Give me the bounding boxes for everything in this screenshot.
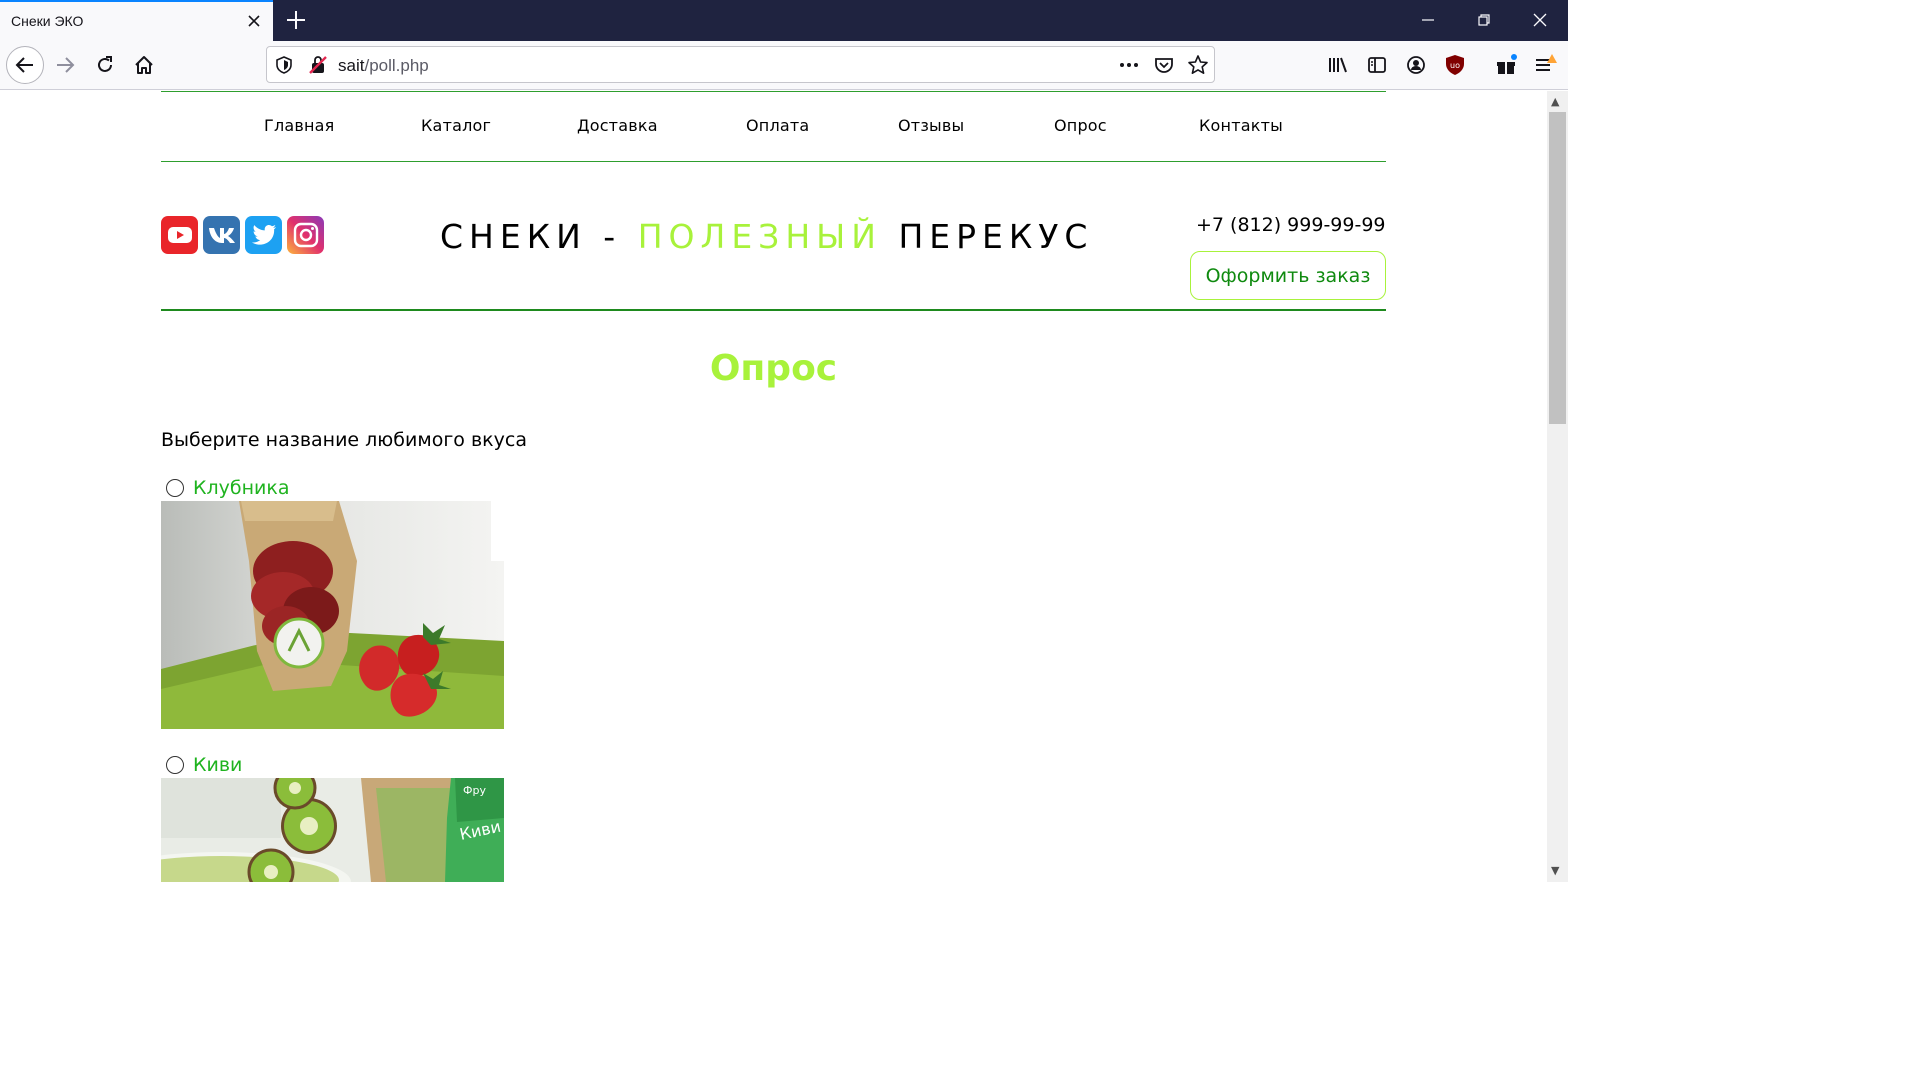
header-divider — [161, 309, 1386, 311]
pocket-icon[interactable] — [1153, 54, 1175, 76]
menu-item-payment[interactable]: Оплата — [746, 116, 809, 135]
url-path: /poll.php — [364, 56, 429, 75]
url-host: sait — [338, 56, 365, 75]
close-tab-icon[interactable] — [244, 11, 264, 31]
kiwi-snack-photo: Фру Киви — [161, 778, 504, 882]
new-tab-icon[interactable] — [284, 8, 308, 32]
forward-button[interactable] — [47, 47, 83, 83]
back-button[interactable] — [6, 46, 44, 84]
home-icon — [135, 56, 153, 74]
brand-text-accent: ПОЛЕЗНЫЙ — [637, 217, 882, 256]
close-window-icon[interactable] — [1528, 8, 1552, 32]
gift-icon — [1497, 54, 1517, 74]
url-text: sait/poll.php — [338, 56, 429, 76]
menu-item-delivery[interactable]: Доставка — [577, 116, 658, 135]
reload-button[interactable] — [87, 47, 123, 83]
navigation-toolbar: sait/poll.php uo — [0, 41, 1568, 90]
sidebar-button[interactable] — [1359, 47, 1395, 83]
menu-item-reviews[interactable]: Отзывы — [898, 116, 964, 135]
site-brand-title: СНЕКИ - ПОЛЕЗНЫЙ ПЕРЕКУС — [440, 217, 1093, 256]
instagram-icon[interactable] — [287, 216, 324, 254]
minimize-icon[interactable] — [1416, 8, 1440, 32]
radio-kiwi[interactable] — [166, 756, 184, 774]
brand-text-2: ПЕРЕКУС — [881, 217, 1094, 256]
twitter-icon[interactable] — [245, 216, 282, 254]
extensions-button[interactable] — [1488, 47, 1524, 83]
library-icon — [1329, 57, 1347, 73]
reload-icon — [98, 56, 112, 72]
back-arrow-icon — [15, 57, 33, 73]
scrollbar-thumb[interactable] — [1549, 112, 1566, 424]
ublock-icon: uo — [1446, 55, 1464, 75]
forward-arrow-icon — [57, 57, 75, 73]
menu-top-divider — [161, 91, 1386, 92]
menu-item-home[interactable]: Главная — [264, 116, 335, 135]
insecure-lock-icon[interactable] — [307, 54, 329, 76]
option-label-kiwi[interactable]: Киви — [193, 754, 242, 776]
menu-item-contacts[interactable]: Контакты — [1199, 116, 1283, 135]
account-button[interactable] — [1398, 47, 1434, 83]
scroll-up-arrow-icon[interactable]: ▲ — [1551, 95, 1559, 108]
scroll-down-arrow-icon[interactable]: ▼ — [1551, 864, 1559, 877]
bookmark-star-icon[interactable] — [1187, 54, 1209, 76]
ublock-button[interactable]: uo — [1437, 47, 1473, 83]
tracking-shield-icon[interactable] — [273, 54, 295, 76]
option-label-strawberry[interactable]: Клубника — [193, 477, 289, 499]
tab-title: Снеки ЭКО — [11, 13, 84, 29]
strawberry-snack-photo — [161, 501, 504, 729]
restore-icon[interactable] — [1472, 8, 1496, 32]
library-button[interactable] — [1320, 47, 1356, 83]
vk-icon[interactable] — [203, 216, 240, 254]
sidebar-icon — [1368, 57, 1386, 73]
brand-text-1: СНЕКИ - — [440, 217, 638, 256]
tab-strip: Снеки ЭКО — [0, 0, 1568, 41]
menu-item-catalog[interactable]: Каталог — [421, 116, 491, 135]
address-bar[interactable]: sait/poll.php — [266, 46, 1215, 83]
menu-item-poll[interactable]: Опрос — [1054, 116, 1107, 135]
phone-number[interactable]: +7 (812) 999-99-99 — [1196, 214, 1386, 236]
hamburger-menu-icon — [1536, 54, 1557, 71]
account-icon — [1407, 56, 1425, 74]
youtube-icon[interactable] — [161, 216, 198, 254]
home-button[interactable] — [126, 47, 162, 83]
poll-question: Выберите название любимого вкуса — [161, 429, 527, 451]
svg-text:Фру: Фру — [463, 784, 486, 797]
radio-strawberry[interactable] — [166, 479, 184, 497]
page-actions-icon[interactable] — [1118, 54, 1140, 76]
page-title: Опрос — [709, 348, 838, 389]
order-button[interactable]: Оформить заказ — [1190, 251, 1386, 300]
app-menu-button[interactable] — [1527, 47, 1563, 83]
menu-bottom-divider — [161, 161, 1386, 162]
active-tab[interactable]: Снеки ЭКО — [0, 0, 273, 41]
svg-text:uo: uo — [1450, 61, 1460, 70]
